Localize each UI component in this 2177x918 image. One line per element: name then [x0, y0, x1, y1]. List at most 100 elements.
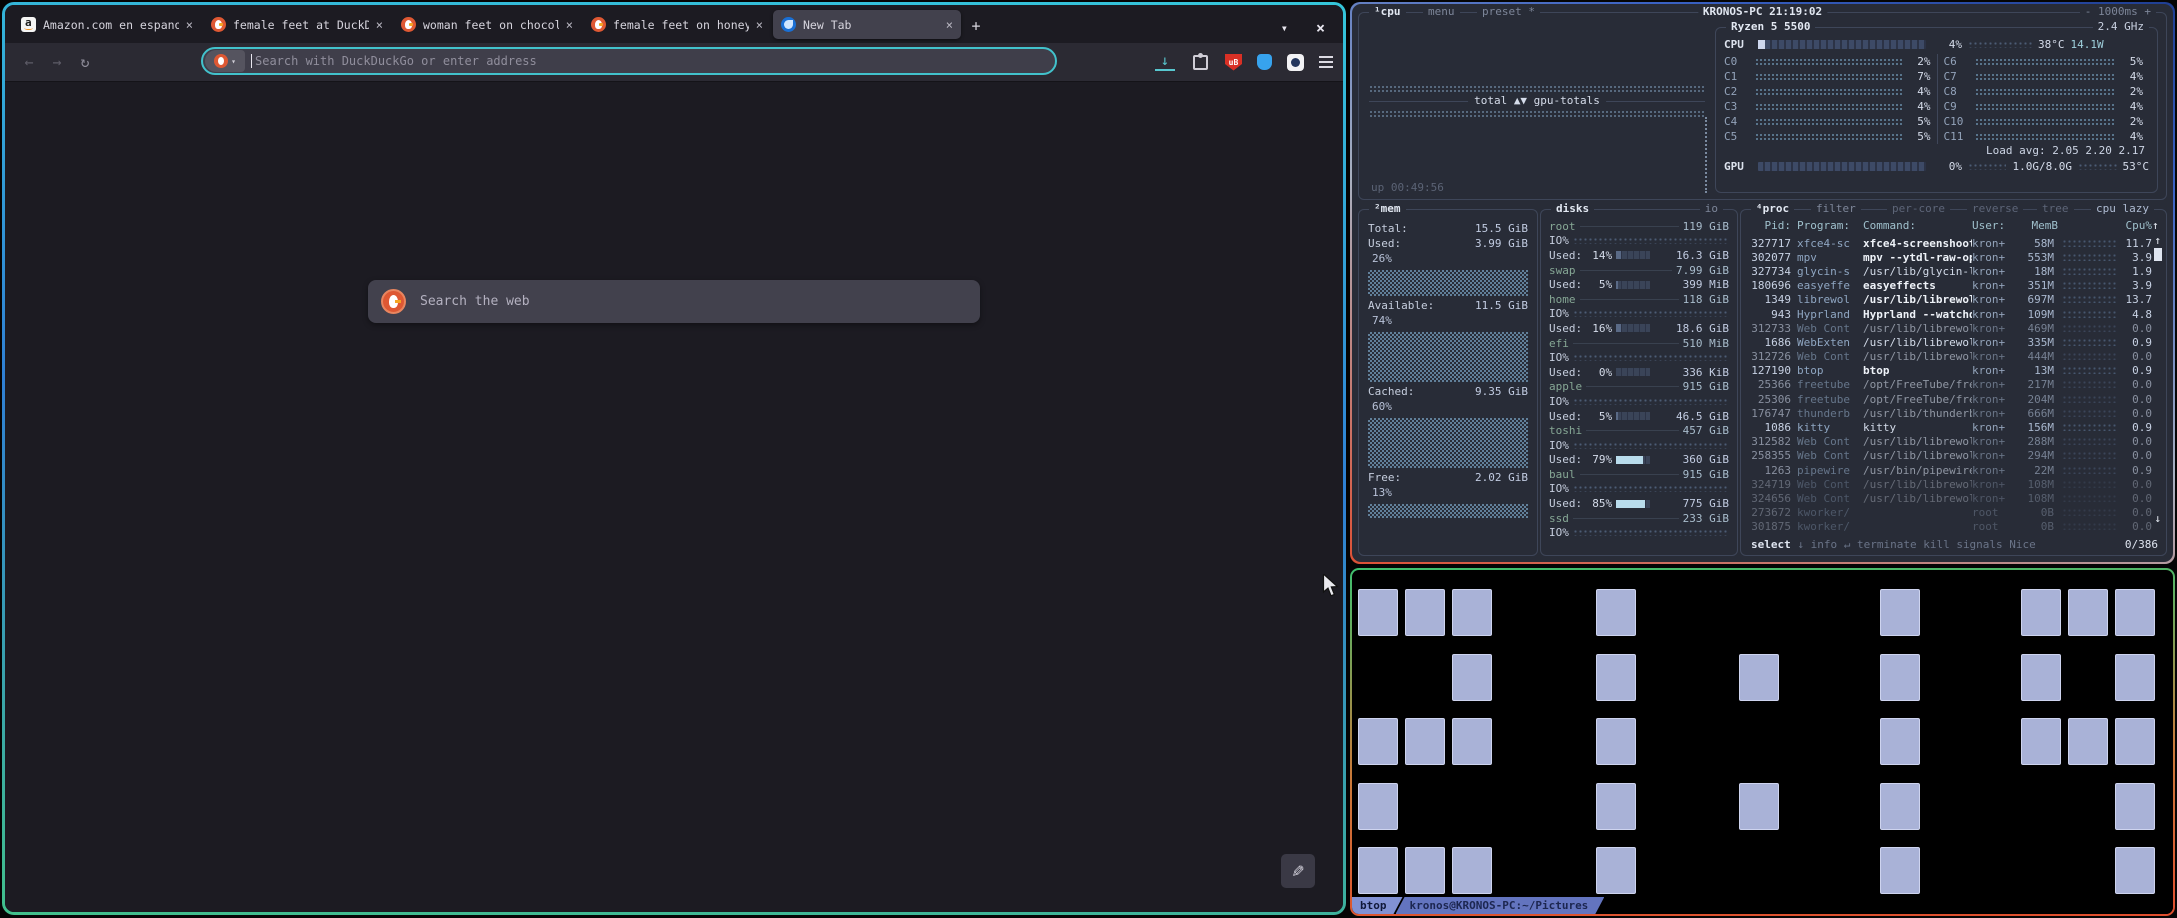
cpu-graph-label[interactable]: total ▲▼ gpu-totals [1468, 94, 1606, 107]
disks-box-tab[interactable]: disks [1551, 202, 1594, 216]
browser-tab[interactable]: Amazon.com en espanol× [13, 10, 201, 39]
clock-cell [2115, 654, 2155, 701]
process-row[interactable]: 258355Web Cont/usr/lib/librewolf/lkron+2… [1747, 449, 2162, 463]
search-engine-chip[interactable]: ▾ [205, 50, 245, 72]
process-row[interactable]: 312726Web Cont/usr/lib/librewolf/lkron+4… [1747, 350, 2162, 364]
core-percent: 7% [1907, 70, 1931, 83]
extension-icon[interactable] [1287, 54, 1304, 71]
process-mem: 294M [2016, 449, 2058, 462]
preset-button[interactable]: preset * [1477, 5, 1540, 19]
process-user: kron+ [1972, 478, 2016, 491]
cpu-meters-panel: Ryzen 5 5500 2.4 GHz CPU 4% 38°C 14.1W C… [1715, 27, 2158, 193]
process-row[interactable]: 1086kittykittykron+156M0.9 [1747, 420, 2162, 434]
new-tab-page: Search the web ✎ [5, 82, 1343, 912]
process-row[interactable]: 1263pipewire/usr/bin/pipewirekron+22M0.9 [1747, 463, 2162, 477]
back-button[interactable]: ← [15, 53, 43, 71]
update-interval[interactable]: - 1000ms + [2080, 5, 2156, 19]
browser-tab[interactable]: female feet on honey× [583, 10, 771, 39]
tab-close-icon[interactable]: × [186, 18, 193, 32]
gpu-row: GPU 0% 1.0G/8.0G 53°C [1724, 159, 2149, 174]
disk-used-label: Used: [1549, 410, 1582, 423]
process-mem: 469M [2016, 322, 2058, 335]
filter-button[interactable]: filter [1811, 202, 1861, 216]
kitty-tab-shell[interactable]: kronos@KRONOS-PC:~/Pictures [1396, 897, 1605, 914]
proc-box-tab[interactable]: ⁴proc [1751, 202, 1794, 216]
edit-newtab-button[interactable]: ✎ [1281, 854, 1315, 888]
web-search-box[interactable]: Search the web [368, 280, 980, 323]
browser-tab[interactable]: female feet at DuckDu× [203, 10, 391, 39]
process-cpu: 0.0 [2120, 492, 2152, 505]
browser-tab[interactable]: New Tab× [773, 10, 961, 39]
scroll-up-icon[interactable]: ↑ [2154, 234, 2161, 247]
proc-scrollbar[interactable] [2154, 248, 2162, 261]
ublock-origin-icon[interactable]: uB [1225, 54, 1242, 71]
core-graph [1755, 88, 1902, 95]
core-row: C45% [1724, 114, 1937, 129]
mem-box-tab[interactable]: ²mem [1369, 202, 1406, 216]
process-row[interactable]: 312733Web Cont/usr/lib/librewolf/lkron+4… [1747, 321, 2162, 335]
disk-used-meter [1616, 500, 1650, 508]
process-pid: 301875 [1747, 520, 1797, 533]
tab-overflow-icon[interactable]: ▾ [1281, 21, 1288, 35]
disk-name: efi [1549, 337, 1569, 350]
process-row[interactable]: 25306freetube/opt/FreeTube/freetukron+20… [1747, 392, 2162, 406]
io-toggle[interactable]: io [1700, 202, 1723, 216]
disk-used-row: Used:85%775 GiB [1549, 496, 1729, 511]
menu-button[interactable]: menu [1423, 5, 1460, 19]
process-row[interactable]: 312582Web Cont/usr/lib/librewolf/lkron+2… [1747, 435, 2162, 449]
privacy-extension-icon[interactable] [1257, 54, 1272, 70]
clock-cell [1596, 847, 1636, 894]
window-close-icon[interactable]: × [1316, 19, 1325, 37]
sort-selector[interactable]: cpu lazy [2091, 202, 2154, 216]
tab-close-icon[interactable]: × [566, 18, 573, 32]
process-row[interactable]: 301875kworker/root0B0.0 [1747, 520, 2162, 534]
process-row[interactable]: 273672kworker/root0B0.0 [1747, 506, 2162, 520]
process-user: kron+ [1972, 308, 2016, 321]
process-row[interactable]: 176747thunderb/usr/lib/thunderbirdkron+6… [1747, 406, 2162, 420]
new-tab-button[interactable]: + [963, 13, 989, 39]
mem-graph [1368, 418, 1528, 468]
tree-button[interactable]: tree [2037, 202, 2074, 216]
process-cpu: 0.9 [2120, 421, 2152, 434]
process-row[interactable]: 302077mpvmpv --ytdl-raw-optiokron+553M3.… [1747, 250, 2162, 264]
url-bar[interactable]: ▾ Search with DuckDuckGo or enter addres… [201, 47, 1057, 75]
process-cpu: 0.0 [2120, 322, 2152, 335]
process-user: kron+ [1972, 237, 2016, 250]
process-command: /opt/FreeTube/freetu [1863, 393, 1972, 406]
process-row[interactable]: 943HyprlandHyprland --watchdog-kron+109M… [1747, 307, 2162, 321]
tab-close-icon[interactable]: × [376, 18, 383, 32]
reload-button[interactable]: ↻ [71, 53, 99, 71]
disk-io-graph [1573, 485, 1729, 492]
per-core-button[interactable]: per-core [1887, 202, 1950, 216]
disk-used-value: 360 GiB [1654, 453, 1729, 466]
browser-tab[interactable]: woman feet on chocola× [393, 10, 581, 39]
process-row[interactable]: 327734glycin-s/usr/lib/glycin-loadkron+1… [1747, 264, 2162, 278]
forward-button[interactable]: → [43, 53, 71, 71]
process-row[interactable]: 127190btopbtopkron+13M0.9 [1747, 364, 2162, 378]
process-pid: 127190 [1747, 364, 1797, 377]
process-row[interactable]: 1349librewol/usr/lib/librewolf/lkron+697… [1747, 293, 2162, 307]
extensions-icon[interactable] [1190, 52, 1210, 72]
process-row[interactable]: 327717xfce4-scxfce4-screenshooterkron+58… [1747, 236, 2162, 250]
scroll-down-icon[interactable]: ↓ [2154, 512, 2161, 525]
downloads-icon[interactable]: ↓ [1155, 54, 1175, 71]
cpu-box-tab[interactable]: ¹cpu [1369, 5, 1406, 19]
process-row[interactable]: 324656Web Cont/usr/lib/librewolf/lkron+1… [1747, 491, 2162, 505]
process-row[interactable]: 1686WebExten/usr/lib/librewolf/lkron+335… [1747, 335, 2162, 349]
process-mem: 109M [2016, 308, 2058, 321]
reverse-button[interactable]: reverse [1967, 202, 2023, 216]
gpu-mem: 1.0G/8.0G [2012, 160, 2072, 173]
process-pid: 327717 [1747, 237, 1797, 250]
sort-arrow-icon[interactable]: ↑ [2152, 219, 2162, 234]
process-mem: 108M [2016, 492, 2058, 505]
tab-close-icon[interactable]: × [756, 18, 763, 32]
core-name: C0 [1724, 55, 1750, 68]
process-row[interactable]: 180696easyeffeeasyeffectskron+351M3.9 [1747, 279, 2162, 293]
app-menu-icon[interactable] [1319, 56, 1333, 68]
disk-name-row: baul915 GiB [1549, 467, 1729, 482]
process-row[interactable]: 324719Web Cont/usr/lib/librewolf/lkron+1… [1747, 477, 2162, 491]
process-row[interactable]: 25366freetube/opt/FreeTube/freetukron+21… [1747, 378, 2162, 392]
clock-cell [1880, 847, 1920, 894]
tab-close-icon[interactable]: × [946, 18, 953, 32]
kitty-tab-btop[interactable]: btop [1352, 897, 1403, 914]
